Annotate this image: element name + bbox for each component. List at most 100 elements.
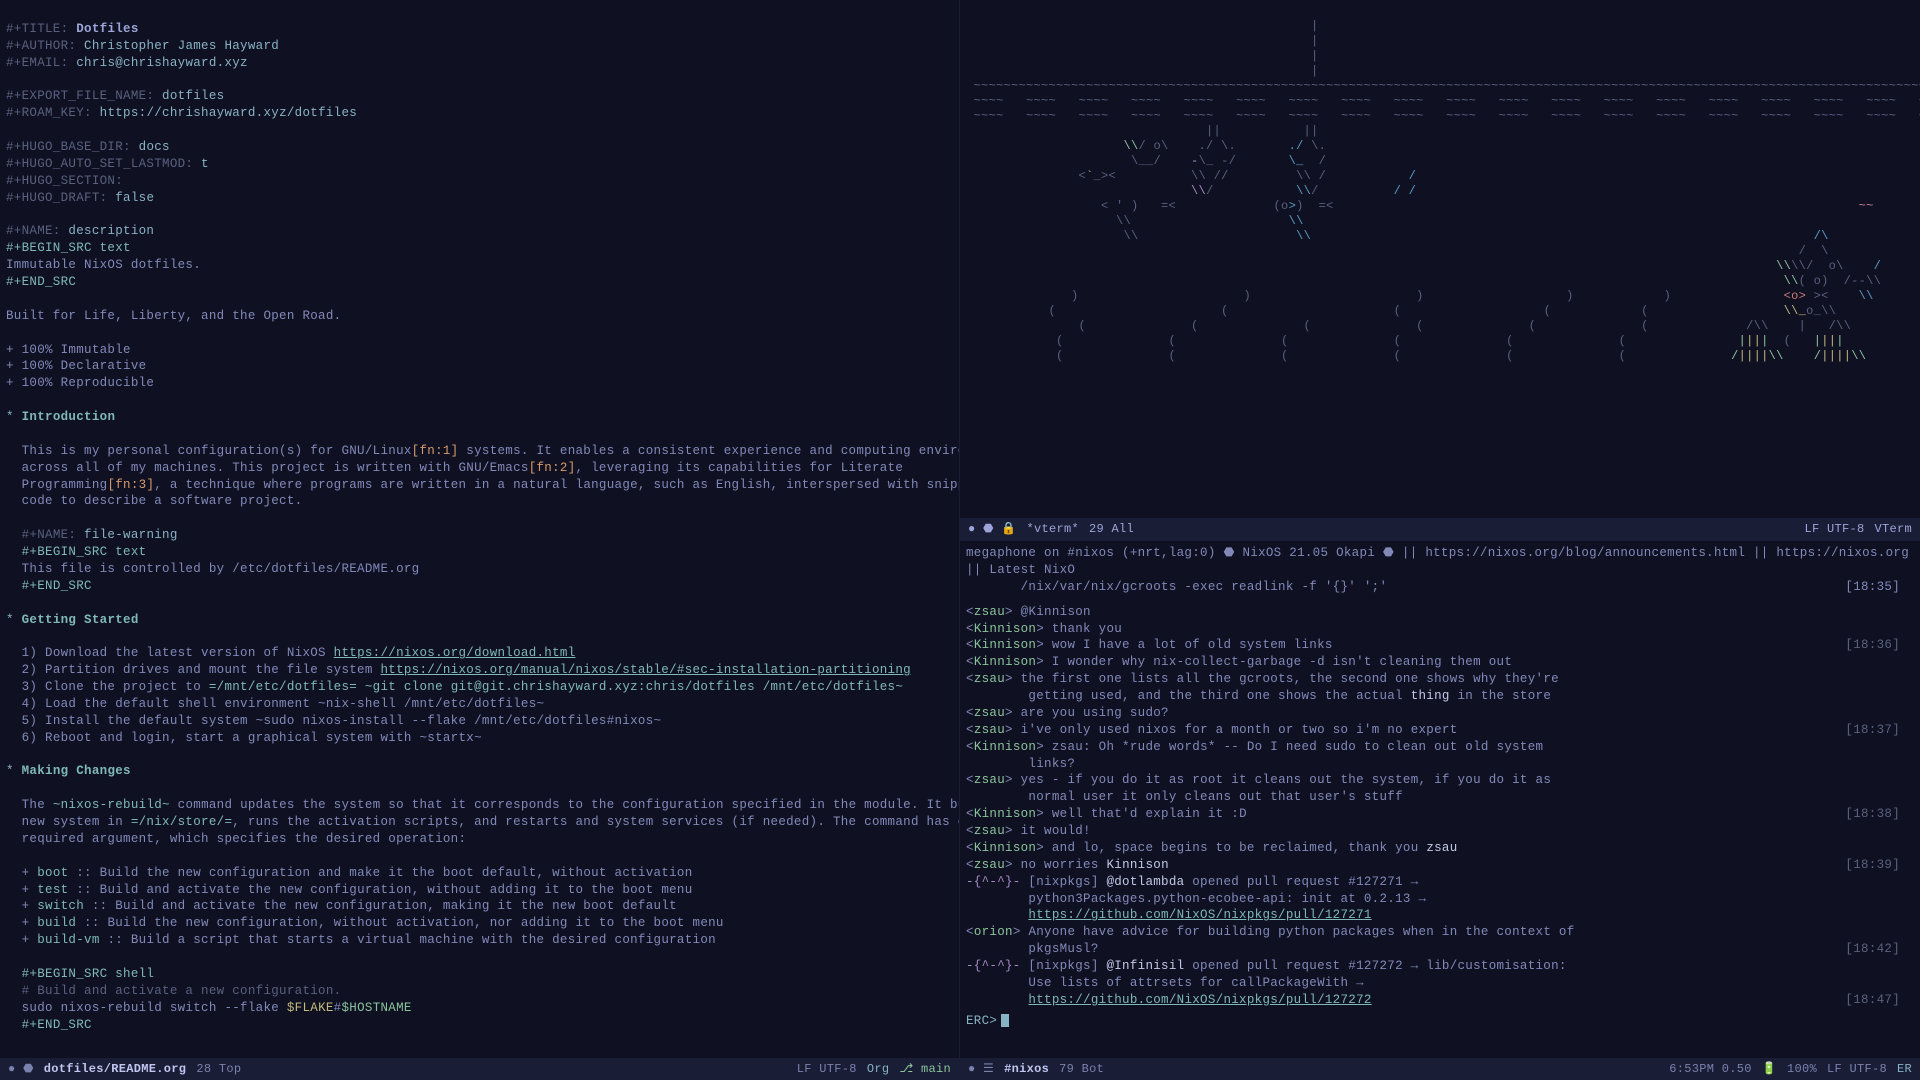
fw-name-kw: #+NAME: [22,528,77,542]
desc-end: #+END_SRC [6,275,76,289]
vterm-ascii: | | | | ~~~~~~~~~~~~~~~~~~~~~~~~~~~~~~~~… [960,0,1920,383]
hugo-lastmod-kw: #+HUGO_AUTO_SET_LASTMOD: [6,157,193,171]
bullet-0: + 100% Immutable [6,343,131,357]
email-val: chris@chrishayward.xyz [76,56,248,70]
major-mode[interactable]: VTerm [1874,521,1912,537]
roam-kw: #+ROAM_KEY: [6,106,92,120]
hugo-lastmod-val: t [201,157,209,171]
desc-line: Immutable NixOS dotfiles. [6,258,201,272]
position: 79 Bot [1059,1061,1104,1077]
op-3: + build :: Build the new configuration, … [22,916,724,930]
buffer-name[interactable]: *vterm* [1027,521,1080,537]
irc-line: -{^-^}- [nixpkgs] @dotlambda opened pull… [966,874,1914,891]
irc-line: <Kinnison> wow I have a lot of old syste… [966,637,1914,654]
irc-line: normal user it only cleans out that user… [966,789,1914,806]
op-0: + boot :: Build the new configuration an… [22,866,693,880]
editor-content[interactable]: #+TITLE: Dotfiles #+AUTHOR: Christopher … [0,0,959,1054]
mk-cmd: sudo nixos-rebuild switch --flake $FLAKE… [22,1001,412,1015]
clock: 6:53PM 0.50 [1669,1061,1752,1077]
irc-line: <Kinnison> I wonder why nix-collect-garb… [966,654,1914,671]
hugo-draft-val: false [115,191,154,205]
intro-l2: across all of my machines. This project … [22,461,904,475]
buffer-name[interactable]: dotfiles/README.org [44,1061,187,1077]
irc-line: <zsau> are you using sudo? [966,705,1914,722]
op-2: + switch :: Build and activate the new c… [22,899,677,913]
fw-line: This file is controlled by /etc/dotfiles… [22,562,420,576]
hl-making: Making Changes [22,764,131,778]
irc-line: getting used, and the third one shows th… [966,688,1914,705]
buffer-name[interactable]: #nixos [1004,1061,1049,1077]
irc-line: <zsau> the first one lists all the gcroo… [966,671,1914,688]
fw-name: file-warning [84,528,178,542]
major-mode[interactable]: Org [867,1061,890,1077]
major-mode[interactable]: ER [1897,1061,1912,1077]
battery-icon: 🔋 [1762,1061,1777,1077]
erc-prompt[interactable]: ERC> [960,1013,1920,1030]
editor-pane[interactable]: #+TITLE: Dotfiles #+AUTHOR: Christopher … [0,0,960,1080]
hugo-base-kw: #+HUGO_BASE_DIR: [6,140,131,154]
irc-line: pkgsMusl?[18:42] [966,941,1914,958]
irc-line: <Kinnison> well that'd explain it :D[18:… [966,806,1914,823]
title-val: Dotfiles [76,22,138,36]
tagline: Built for Life, Liberty, and the Open Ro… [6,309,341,323]
desc-name: description [68,224,154,238]
modified-icon: ● ⬣ [8,1061,34,1077]
mk-p3: required argument, which specifies the d… [22,832,467,846]
irc-line: <Kinnison> zsau: Oh *rude words* -- Do I… [966,739,1914,756]
mk-p2: new system in =/nix/store/=, runs the ac… [22,815,960,829]
position: 28 Top [196,1061,241,1077]
irc-buffer[interactable]: <zsau> @Kinnison<Kinnison> thank you<Kin… [960,600,1920,1013]
irc-line: Use lists of attrsets for callPackageWit… [966,975,1914,992]
irc-line: -{^-^}- [nixpkgs] @Infinisil opened pull… [966,958,1914,975]
title-kw: #+TITLE: [6,22,68,36]
gs-2: 2) Partition drives and mount the file s… [22,663,911,677]
irc-line: <Kinnison> thank you [966,621,1914,638]
irc-line: <orion> Anyone have advice for building … [966,924,1914,941]
mk-begin: #+BEGIN_SRC shell [22,967,155,981]
irc-line: python3Packages.python-ecobee-api: init … [966,891,1914,908]
irc-line: <zsau> @Kinnison [966,604,1914,621]
email-kw: #+EMAIL: [6,56,68,70]
cursor-icon [1001,1014,1009,1027]
modified-icon: ● ☰ [968,1061,994,1077]
star-icon: * [6,613,14,627]
mk-p1: The ~nixos-rebuild~ command updates the … [22,798,960,812]
irc-line: <zsau> yes - if you do it as root it cle… [966,772,1914,789]
roam-val: https://chrishayward.xyz/dotfiles [100,106,357,120]
encoding: LF UTF-8 [1804,521,1864,537]
author-val: Christopher James Hayward [84,39,279,53]
irc-line: <zsau> i've only used nixos for a month … [966,722,1914,739]
battery: 100% [1787,1061,1817,1077]
intro-l1: This is my personal configuration(s) for… [22,444,960,458]
irc-line: <zsau> it would! [966,823,1914,840]
hl-intro: Introduction [22,410,116,424]
export-kw: #+EXPORT_FILE_NAME: [6,89,154,103]
irc-pane[interactable]: megaphone on #nixos (+nrt,lag:0) ⬣ NixOS… [960,540,1920,1080]
irc-topic: megaphone on #nixos (+nrt,lag:0) ⬣ NixOS… [960,541,1920,600]
encoding: LF UTF-8 [797,1061,857,1077]
git-branch[interactable]: ⎇ main [899,1061,951,1077]
desc-name-kw: #+NAME: [6,224,61,238]
irc-line: links? [966,756,1914,773]
hl-getting: Getting Started [22,613,139,627]
gs-6: 6) Reboot and login, start a graphical s… [22,731,482,745]
gs-3: 3) Clone the project to =/mnt/etc/dotfil… [22,680,904,694]
gs-1: 1) Download the latest version of NixOS … [22,646,576,660]
encoding: LF UTF-8 [1827,1061,1887,1077]
gs-4: 4) Load the default shell environment ~n… [22,697,545,711]
fw-end: #+END_SRC [22,579,92,593]
irc-line: https://github.com/NixOS/nixpkgs/pull/12… [966,992,1914,1009]
mk-end: #+END_SRC [22,1018,92,1032]
irc-line: https://github.com/NixOS/nixpkgs/pull/12… [966,907,1914,924]
modified-icon: ● ⬣ 🔒 [968,521,1017,537]
hugo-draft-kw: #+HUGO_DRAFT: [6,191,107,205]
op-1: + test :: Build and activate the new con… [22,883,693,897]
fw-begin: #+BEGIN_SRC text [22,545,147,559]
op-4: + build-vm :: Build a script that starts… [22,933,716,947]
vterm-pane[interactable]: | | | | ~~~~~~~~~~~~~~~~~~~~~~~~~~~~~~~~… [960,0,1920,540]
bullet-1: + 100% Declarative [6,359,146,373]
bullet-2: + 100% Reproducible [6,376,154,390]
mk-comment: # Build and activate a new configuration… [22,984,342,998]
editor-modeline: ● ⬣ dotfiles/README.org 28 Top LF UTF-8 … [0,1058,959,1080]
intro-l4: code to describe a software project. [22,494,303,508]
